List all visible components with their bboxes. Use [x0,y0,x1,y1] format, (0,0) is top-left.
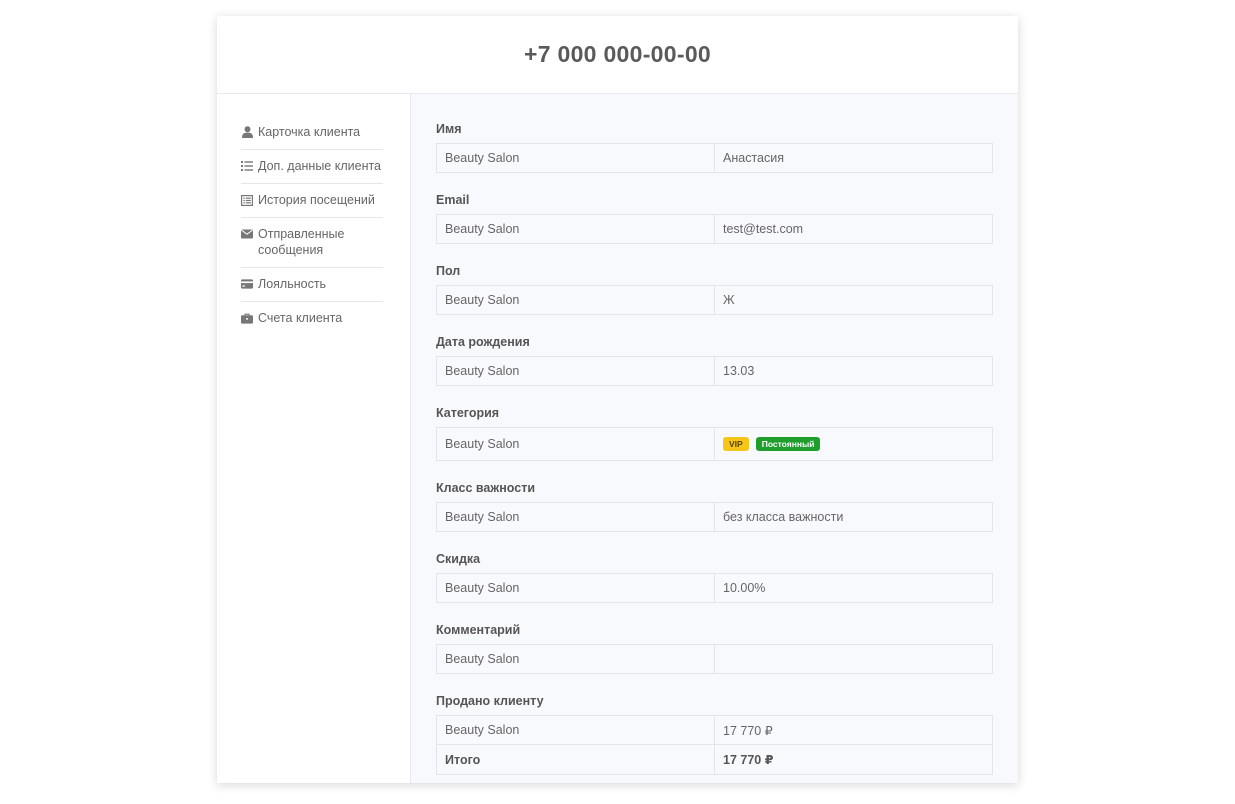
total-value-cell: 17 770 ₽ [714,745,992,774]
sidebar-item-client-accounts[interactable]: Счета клиента [241,302,383,335]
field-label: Пол [436,264,461,278]
source-cell: Beauty Salon [445,151,520,165]
field-label: Категория [436,406,500,420]
source-cell: Beauty Salon [445,222,520,236]
total-label-cell: Итого [445,752,481,767]
briefcase-icon [241,310,253,326]
sidebar-item-extra-data[interactable]: Доп. данные клиента [241,150,383,184]
credit-card-icon [241,276,253,292]
sidebar-item-label: Счета клиента [258,311,343,325]
source-cell: Beauty Salon [445,510,520,524]
sidebar-nav: Карточка клиента Доп. данные клиента Ист… [241,116,383,335]
field-gender: Пол Beauty Salon Ж [436,264,993,315]
table-row: Beauty Salon 10.00% [436,573,993,603]
total-row: Итого 17 770 ₽ [436,745,993,775]
field-comment: Комментарий Beauty Salon [436,623,993,674]
source-cell: Beauty Salon [445,581,520,595]
table-row: Beauty Salon Ж [436,285,993,315]
sidebar-item-visit-history[interactable]: История посещений [241,184,383,218]
sidebar-item-label: Лояльность [258,277,327,291]
value-cell: 10.00% [714,574,992,602]
sidebar-item-sent-messages[interactable]: Отправленные сообщения [241,218,383,268]
value-cell: Анастасия [714,144,992,172]
source-cell: Beauty Salon [445,364,520,378]
envelope-icon [241,226,253,242]
sidebar-item-label: Отправленные сообщения [258,227,345,257]
table-row: Beauty Salon VIP Постоянный [436,427,993,461]
value-cell: VIP Постоянный [714,428,992,460]
table-row: Beauty Salon 17 770 ₽ [436,715,993,745]
field-birthday: Дата рождения Beauty Salon 13.03 [436,335,993,386]
value-cell [714,645,992,673]
phone-title: +7 000 000-00-00 [523,41,712,67]
table-row: Beauty Salon [436,644,993,674]
source-cell: Beauty Salon [445,723,520,737]
field-label: Имя [436,122,462,136]
category-badge-regular: Постоянный [755,437,821,451]
field-sold: Продано клиенту Beauty Salon 17 770 ₽ Ит… [436,694,993,775]
field-category: Категория Beauty Salon VIP Постоянный [436,406,993,461]
source-cell: Beauty Salon [445,652,520,666]
table-row: Beauty Salon Анастасия [436,143,993,173]
value-cell: без класса важности [714,503,992,531]
value-cell: test@test.com [714,215,992,243]
value-cell: 17 770 ₽ [714,716,992,744]
table-row: Beauty Salon test@test.com [436,214,993,244]
field-label: Дата рождения [436,335,530,349]
table-row: Beauty Salon 13.03 [436,356,993,386]
sidebar-item-loyalty[interactable]: Лояльность [241,268,383,302]
field-label: Скидка [436,552,481,566]
sidebar-item-label: История посещений [258,193,375,207]
category-badge-vip: VIP [723,437,749,451]
sidebar: Карточка клиента Доп. данные клиента Ист… [217,94,411,783]
source-cell: Beauty Salon [445,293,520,307]
sidebar-item-label: Доп. данные клиента [258,159,382,173]
field-label: Email [436,193,470,207]
user-icon [241,124,253,140]
value-cell: Ж [714,286,992,314]
sidebar-item-label: Карточка клиента [258,125,361,139]
field-label: Комментарий [436,623,521,637]
field-name: Имя Beauty Salon Анастасия [436,122,993,173]
value-cell: 13.03 [714,357,992,385]
table-row: Beauty Salon без класса важности [436,502,993,532]
field-importance: Класс важности Beauty Salon без класса в… [436,481,993,532]
field-label: Класс важности [436,481,536,495]
field-discount: Скидка Beauty Salon 10.00% [436,552,993,603]
field-label: Продано клиенту [436,694,544,708]
client-details: Имя Beauty Salon Анастасия Email Beauty … [411,94,1018,783]
table-list-icon [241,192,253,208]
sidebar-item-client-card[interactable]: Карточка клиента [241,116,383,150]
card-body: Карточка клиента Доп. данные клиента Ист… [217,94,1018,783]
field-email: Email Beauty Salon test@test.com [436,193,993,244]
card-header: +7 000 000-00-00 [217,16,1018,94]
list-icon [241,158,253,174]
client-card: +7 000 000-00-00 Карточка клиента Доп. д… [217,16,1018,783]
source-cell: Beauty Salon [445,437,520,451]
